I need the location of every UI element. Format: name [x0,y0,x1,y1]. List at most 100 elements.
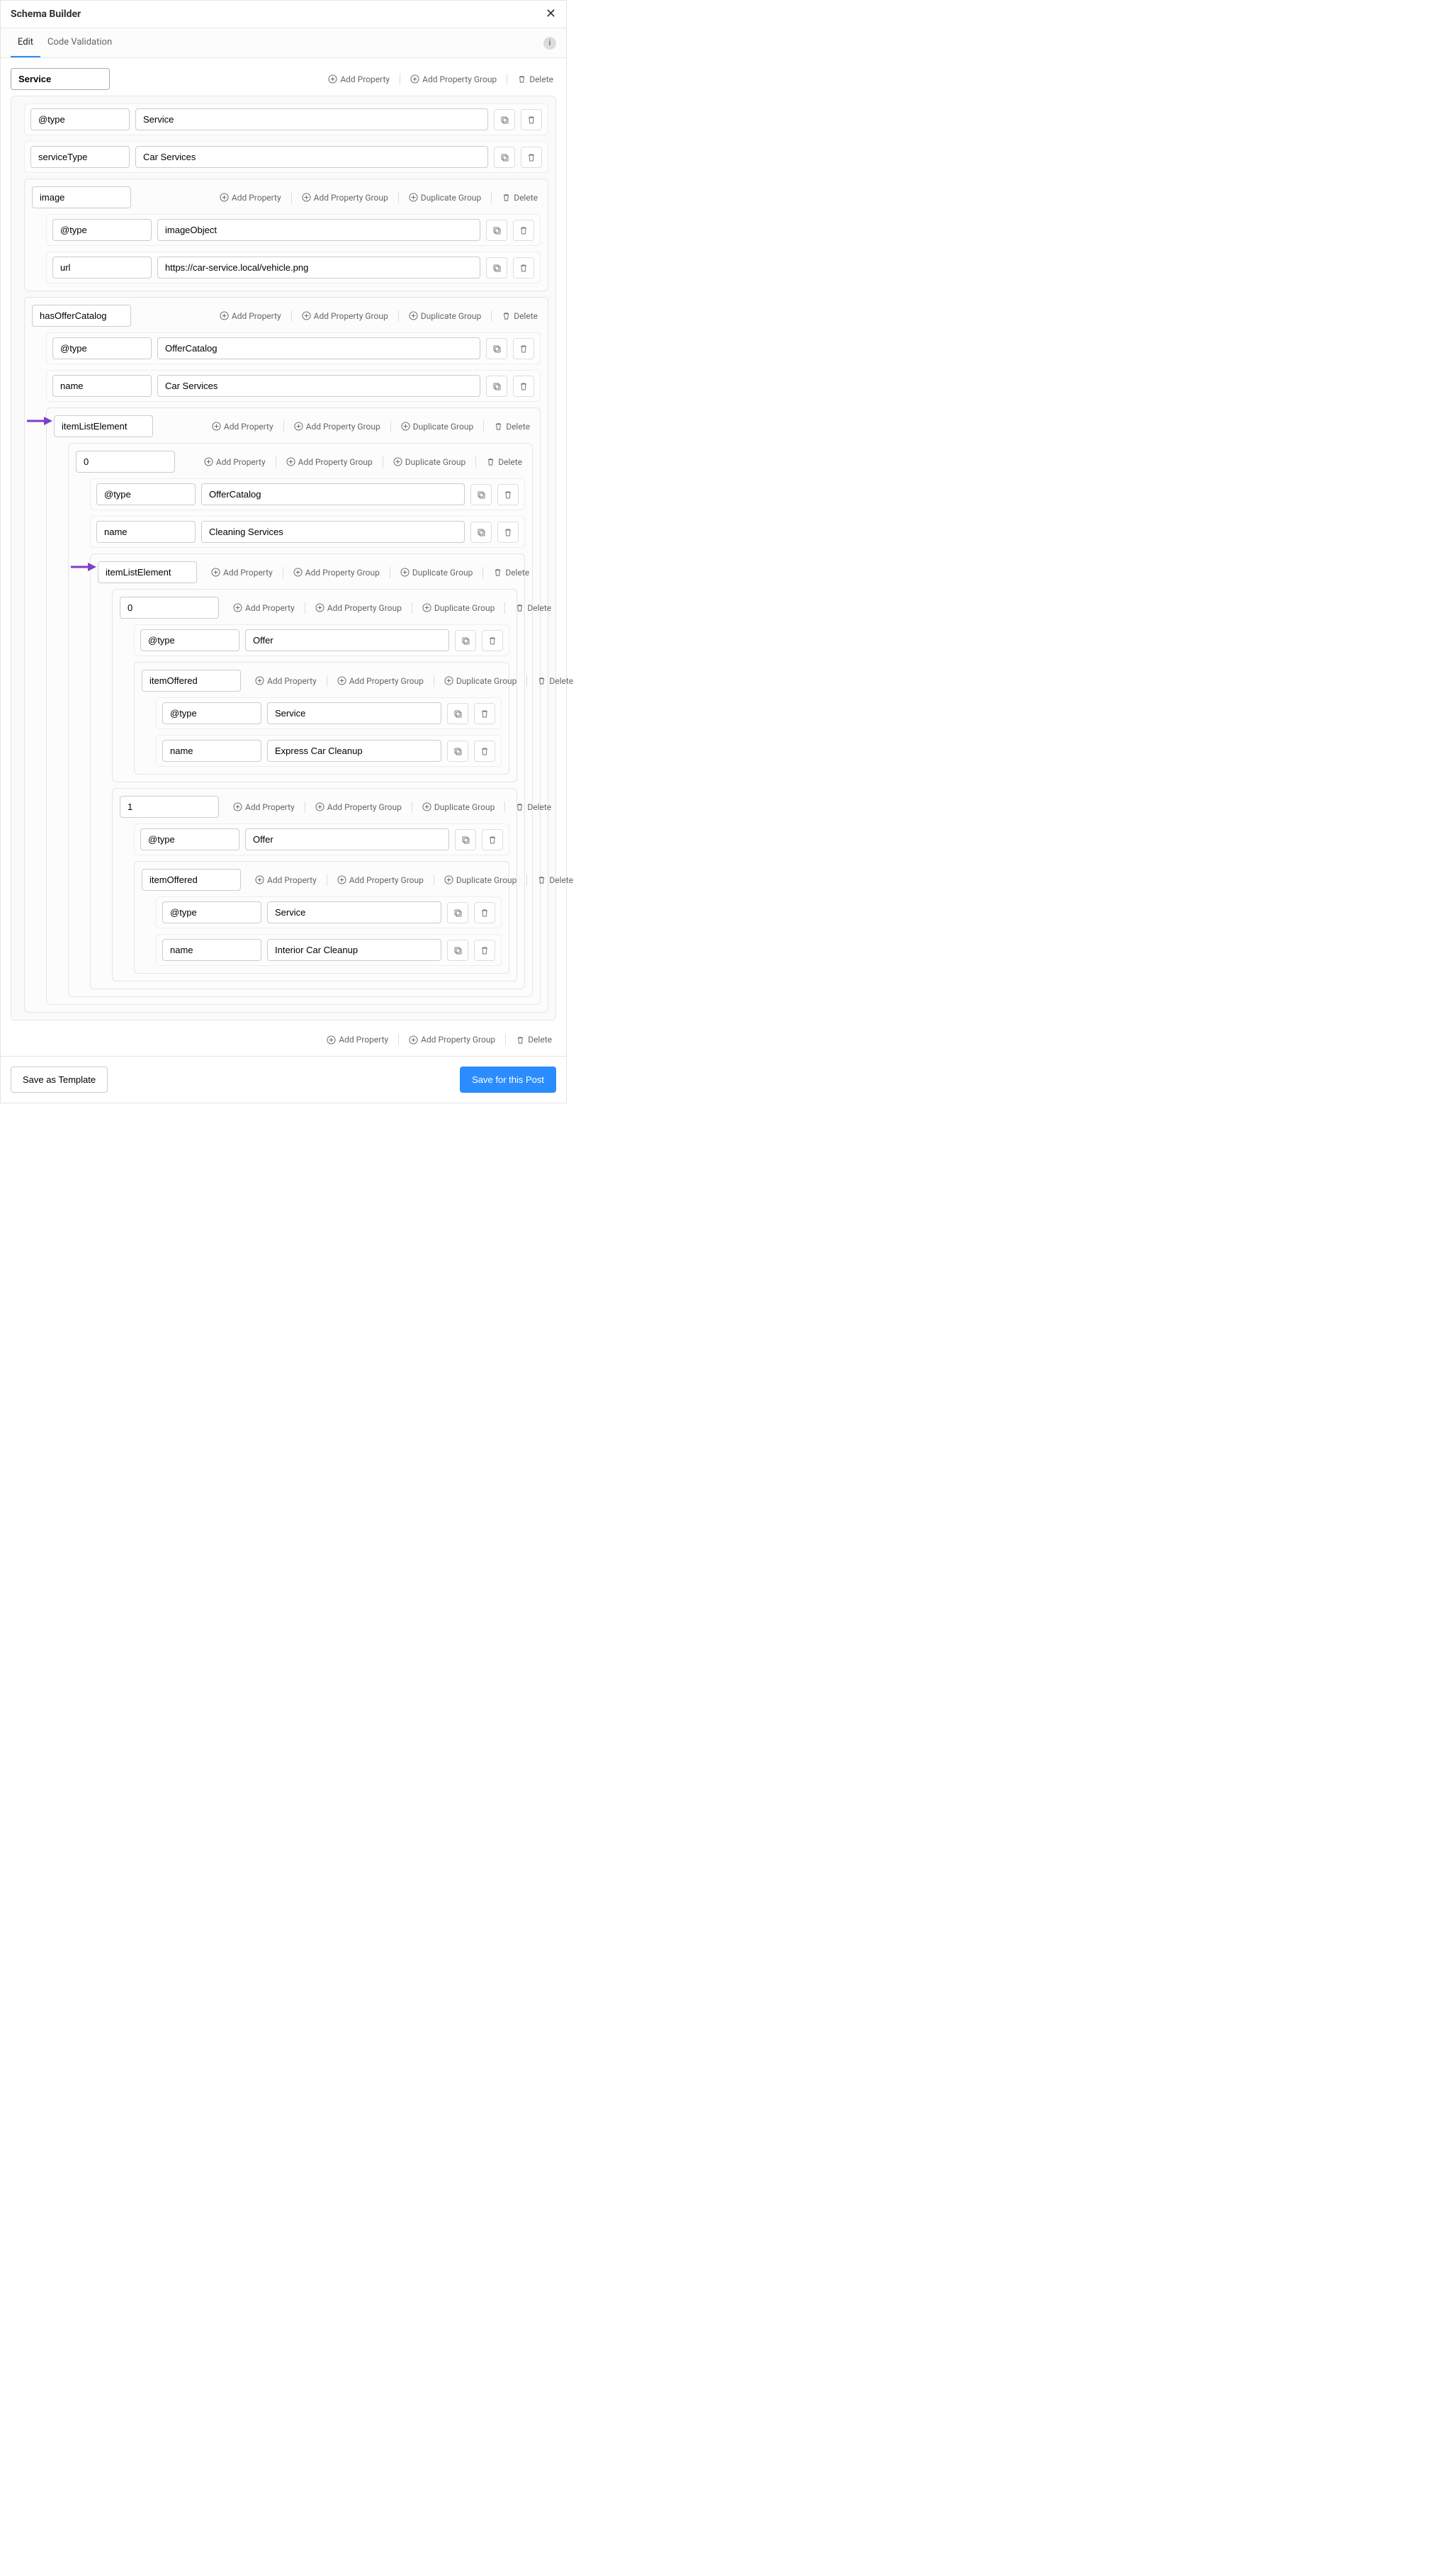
group-name-input[interactable] [76,451,175,473]
property-value-input[interactable] [201,521,465,543]
property-name-input[interactable] [162,939,261,961]
group-name-input[interactable] [120,597,219,619]
delete-icon-button[interactable] [521,109,542,130]
property-value-input[interactable] [267,901,441,923]
property-name-input[interactable] [162,740,261,762]
group-name-input[interactable] [54,415,153,437]
property-name-input[interactable] [30,146,130,168]
add-property-group-button[interactable]: Add Property Group [312,801,405,814]
duplicate-icon-button[interactable] [455,630,476,651]
duplicate-icon-button[interactable] [494,147,515,168]
property-name-input[interactable] [96,483,196,505]
group-name-input[interactable] [142,869,241,891]
add-property-group-button[interactable]: Add Property Group [334,675,427,687]
add-property-button[interactable]: Add Property [324,1033,391,1046]
duplicate-icon-button[interactable] [486,220,507,241]
add-property-group-button[interactable]: Add Property Group [406,1033,498,1046]
group-name-input[interactable] [142,670,241,692]
duplicate-group-button[interactable]: Duplicate Group [441,675,519,687]
duplicate-icon-button[interactable] [447,902,468,923]
property-value-input[interactable] [267,939,441,961]
delete-icon-button[interactable] [497,484,519,505]
add-property-button[interactable]: Add Property [230,602,298,614]
duplicate-icon-button[interactable] [455,829,476,850]
duplicate-group-button[interactable]: Duplicate Group [398,420,476,433]
add-property-button[interactable]: Add Property [209,420,276,433]
duplicate-icon-button[interactable] [486,376,507,397]
group-name-input[interactable] [120,796,219,818]
add-property-group-button[interactable]: Add Property Group [299,191,391,204]
duplicate-icon-button[interactable] [486,257,507,279]
delete-button[interactable]: Delete [483,456,525,468]
delete-icon-button[interactable] [482,630,503,651]
delete-button[interactable]: Delete [513,1033,555,1046]
property-name-input[interactable] [52,257,152,279]
property-name-input[interactable] [162,702,261,724]
tab-code-validation[interactable]: Code Validation [40,28,119,57]
save-template-button[interactable]: Save as Template [11,1067,108,1093]
property-value-input[interactable] [157,219,480,241]
property-value-input[interactable] [135,146,488,168]
save-post-button[interactable]: Save for this Post [460,1067,556,1093]
property-name-input[interactable] [52,375,152,397]
add-property-group-button[interactable]: Add Property Group [283,456,376,468]
add-property-group-button[interactable]: Add Property Group [312,602,405,614]
add-property-group-button[interactable]: Add Property Group [334,874,427,887]
delete-button[interactable]: Delete [534,874,576,887]
property-value-input[interactable] [201,483,465,505]
duplicate-icon-button[interactable] [447,940,468,961]
add-property-button[interactable]: Add Property [252,874,320,887]
delete-button[interactable]: Delete [512,801,554,814]
delete-button[interactable]: Delete [512,602,554,614]
delete-button[interactable]: Delete [514,73,556,86]
property-value-input[interactable] [157,337,480,359]
duplicate-group-button[interactable]: Duplicate Group [419,602,497,614]
duplicate-group-button[interactable]: Duplicate Group [406,310,484,322]
delete-button[interactable]: Delete [491,420,533,433]
property-name-input[interactable] [52,219,152,241]
delete-icon-button[interactable] [497,522,519,543]
delete-button[interactable]: Delete [499,310,541,322]
duplicate-icon-button[interactable] [447,741,468,762]
add-property-button[interactable]: Add Property [252,675,320,687]
delete-icon-button[interactable] [513,338,534,359]
property-value-input[interactable] [245,629,449,651]
delete-icon-button[interactable] [513,376,534,397]
add-property-group-button[interactable]: Add Property Group [407,73,499,86]
duplicate-group-button[interactable]: Duplicate Group [406,191,484,204]
delete-icon-button[interactable] [474,940,495,961]
property-value-input[interactable] [135,108,488,130]
duplicate-icon-button[interactable] [470,484,492,505]
add-property-button[interactable]: Add Property [230,801,298,814]
delete-icon-button[interactable] [474,703,495,724]
group-name-input[interactable] [32,305,131,327]
property-value-input[interactable] [245,828,449,850]
add-property-button[interactable]: Add Property [325,73,393,86]
property-name-input[interactable] [52,337,152,359]
group-name-input[interactable] [98,561,197,583]
add-property-group-button[interactable]: Add Property Group [291,420,383,433]
property-name-input[interactable] [140,629,239,651]
delete-icon-button[interactable] [474,741,495,762]
delete-icon-button[interactable] [513,220,534,241]
close-button[interactable]: ✕ [546,8,556,21]
tab-edit[interactable]: Edit [11,28,40,57]
property-name-input[interactable] [162,901,261,923]
property-name-input[interactable] [96,521,196,543]
property-value-input[interactable] [157,257,480,279]
root-name-input[interactable] [11,68,110,90]
add-property-button[interactable]: Add Property [217,310,284,322]
group-name-input[interactable] [32,186,131,208]
add-property-button[interactable]: Add Property [208,566,276,579]
duplicate-group-button[interactable]: Duplicate Group [397,566,475,579]
info-icon[interactable]: i [543,37,556,50]
duplicate-group-button[interactable]: Duplicate Group [441,874,519,887]
property-value-input[interactable] [157,375,480,397]
property-value-input[interactable] [267,702,441,724]
delete-icon-button[interactable] [513,257,534,279]
property-name-input[interactable] [30,108,130,130]
duplicate-icon-button[interactable] [486,338,507,359]
add-property-button[interactable]: Add Property [201,456,269,468]
property-name-input[interactable] [140,828,239,850]
duplicate-group-button[interactable]: Duplicate Group [390,456,468,468]
